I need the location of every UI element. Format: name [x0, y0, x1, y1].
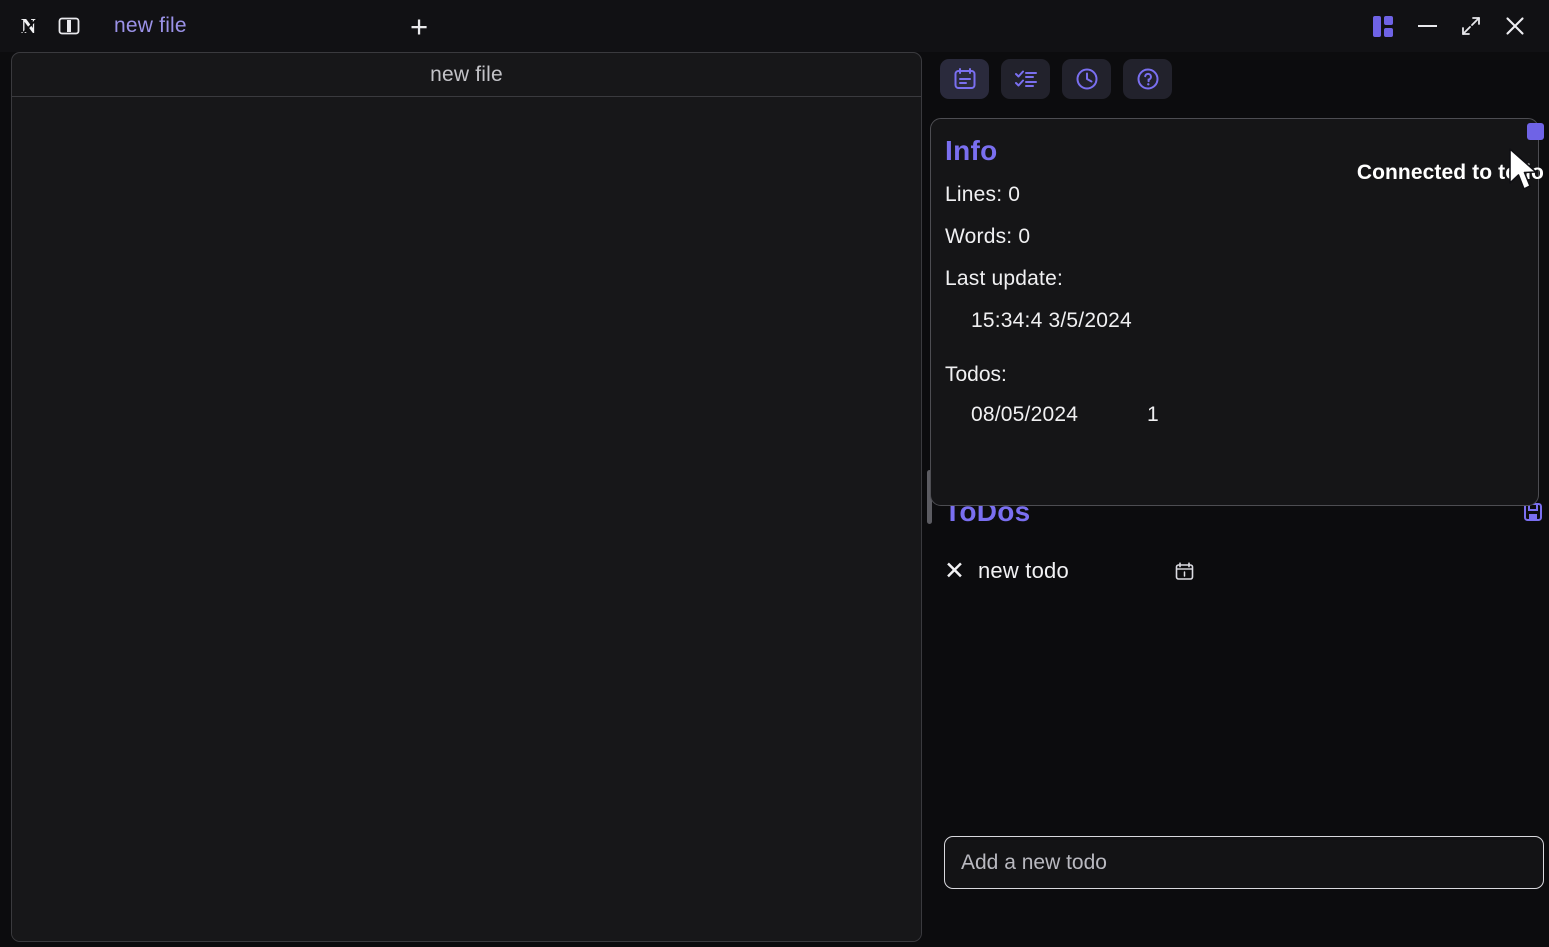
- connection-status-wrapper: Connected to todo: [1314, 123, 1544, 185]
- info-todo-date: 08/05/2024: [971, 403, 1079, 426]
- question-circle-icon: [1137, 68, 1158, 90]
- minimize-button[interactable]: [1407, 6, 1447, 46]
- editor-file-title: new file: [430, 62, 503, 86]
- info-words-count: Words: 0: [945, 225, 1031, 248]
- maximize-icon: [1462, 17, 1480, 35]
- sidebar-tab-help[interactable]: [1123, 59, 1172, 99]
- info-lines-count: Lines: 0: [945, 183, 1021, 206]
- right-sidebar: ToDos ✕ new todo Add a new todo Info Lin…: [930, 52, 1549, 947]
- minimize-icon: [1417, 25, 1437, 27]
- sidebar-tab-history[interactable]: [1062, 59, 1111, 99]
- info-last-update-label: Last update:: [945, 267, 1063, 290]
- maximize-button[interactable]: [1451, 6, 1491, 46]
- title-bar-left: N: [0, 13, 82, 39]
- add-todo-wrapper: [944, 836, 1544, 889]
- remove-todo-button[interactable]: ✕: [944, 558, 970, 584]
- todo-label[interactable]: new todo: [978, 558, 1174, 584]
- toggle-sidebar-icon[interactable]: [56, 13, 82, 39]
- info-todos-label: Todos:: [945, 363, 1007, 386]
- connection-status-text: Connected to todo: [1356, 161, 1544, 184]
- checklist-icon: [1014, 70, 1037, 87]
- svg-text:N: N: [21, 14, 36, 38]
- tab-new-file[interactable]: new file: [108, 10, 193, 42]
- close-button[interactable]: [1495, 6, 1535, 46]
- editor-header: new file: [12, 53, 921, 97]
- info-todo-count: 1: [1147, 403, 1159, 426]
- notes-logo-icon: N: [18, 13, 44, 39]
- info-todo-row: 08/05/2024 1: [971, 403, 1524, 427]
- layout-icon: [1373, 15, 1393, 37]
- todos-section: ToDos ✕ new todo: [944, 492, 1544, 586]
- editor-text-area[interactable]: [12, 97, 921, 941]
- add-tab-button[interactable]: +: [404, 11, 434, 42]
- window-controls: [1363, 0, 1549, 52]
- info-last-update-value: 15:34:4 3/5/2024: [971, 309, 1132, 332]
- calendar-note-icon: [954, 68, 975, 89]
- todo-list-item: ✕ new todo: [944, 556, 1544, 586]
- calendar-icon: [1175, 561, 1194, 580]
- clock-icon: [1076, 68, 1097, 90]
- editor-pane: new file: [11, 52, 922, 942]
- sidebar-tab-tasks[interactable]: [1001, 59, 1050, 99]
- close-icon: [1506, 17, 1524, 35]
- sidebar-tab-notes[interactable]: [940, 59, 989, 99]
- todo-date-button[interactable]: [1174, 561, 1195, 582]
- layout-toggle-button[interactable]: [1363, 6, 1403, 46]
- add-todo-input[interactable]: [944, 836, 1544, 889]
- title-bar: N new file +: [0, 0, 1549, 52]
- tab-strip: new file: [108, 0, 193, 52]
- app-window: N new file + new file ToDos ✕ new todo A…: [0, 0, 1549, 947]
- connected-square-icon[interactable]: [1527, 123, 1544, 140]
- sidebar-toolbar: [940, 59, 1172, 99]
- info-card: Info Lines: 0 Words: 0 Last update: 15:3…: [930, 118, 1544, 506]
